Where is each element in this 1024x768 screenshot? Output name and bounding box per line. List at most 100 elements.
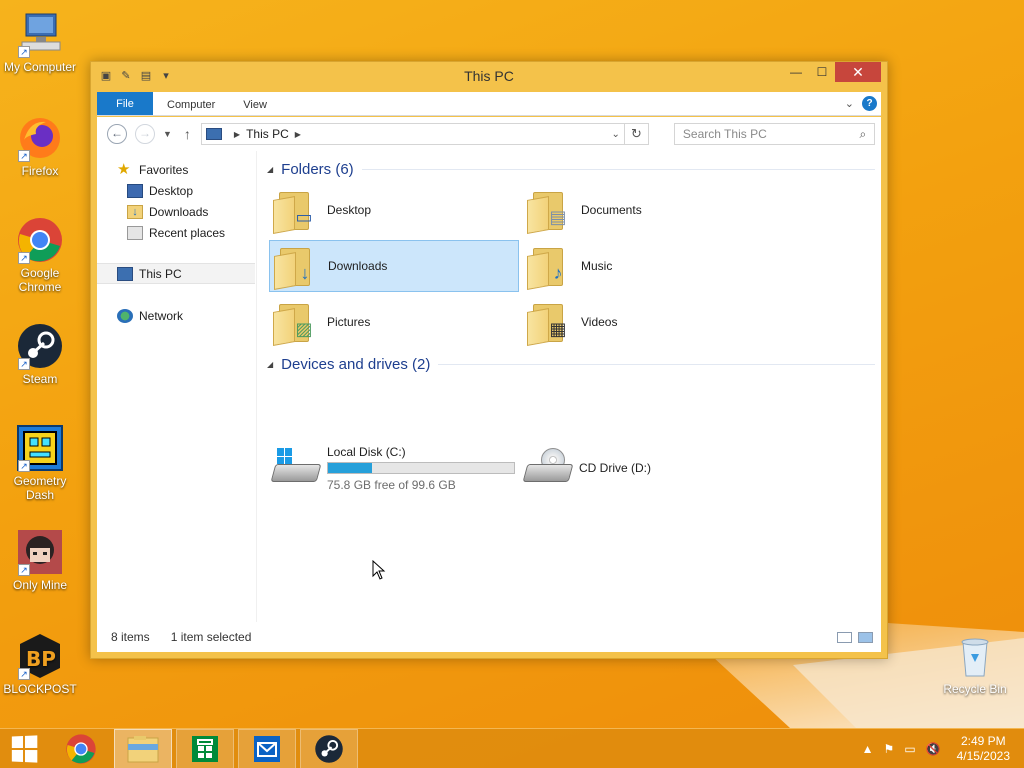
blockpost-icon: BP ↗ [16, 632, 64, 680]
back-button[interactable]: ← [107, 124, 127, 144]
start-button[interactable] [0, 729, 48, 768]
group-title: Folders (6) [281, 160, 354, 178]
music-folder-icon: ♪ [527, 244, 571, 290]
store-icon [192, 735, 218, 762]
drive-cd[interactable]: CD Drive (D:) [522, 441, 651, 495]
address-bar[interactable]: ▶ This PC ▶ ⌄ [200, 123, 625, 145]
windows-logo-icon [11, 734, 38, 763]
nav-favorites[interactable]: ★ Favorites [97, 159, 255, 180]
shortcut-arrow-icon: ↗ [18, 358, 30, 370]
folder-downloads[interactable]: ↓ Downloads [269, 240, 519, 292]
chrome-icon [66, 733, 96, 764]
group-header-devices[interactable]: ◢ Devices and drives (2) [265, 354, 875, 374]
desktop-folder-icon: ▭ [273, 188, 317, 234]
folder-label: Music [581, 259, 613, 273]
network-icon[interactable]: ▭ [904, 742, 915, 756]
nav-label: Desktop [149, 183, 194, 198]
forward-button[interactable]: → [135, 124, 155, 144]
desktop-icon-recycle-bin[interactable]: Recycle Bin [935, 632, 1015, 696]
action-center-flag-icon[interactable]: ⚑ [884, 742, 895, 756]
expand-ribbon-icon[interactable]: ⌄ [845, 97, 854, 110]
maximize-button[interactable]: ☐ [809, 62, 835, 82]
only-mine-icon: ↗ [16, 528, 64, 576]
tab-view[interactable]: View [229, 92, 281, 115]
folder-music[interactable]: ♪ Music [523, 240, 773, 292]
firefox-icon: ↗ [16, 114, 64, 162]
window-title: This PC [464, 68, 514, 84]
nav-desktop[interactable]: Desktop [97, 180, 255, 201]
desktop-icon-geometry-dash[interactable]: ↗ Geometry Dash [0, 424, 80, 502]
volume-muted-icon[interactable]: 🔇 [926, 742, 941, 756]
group-header-folders[interactable]: ◢ Folders (6) [265, 159, 875, 179]
taskbar-chrome[interactable] [52, 729, 110, 768]
collapse-triangle-icon[interactable]: ◢ [267, 165, 273, 174]
minimize-button[interactable]: — [783, 62, 809, 82]
nav-downloads[interactable]: ↓ Downloads [97, 201, 255, 222]
desktop-icon-chrome[interactable]: ↗ Google Chrome [0, 216, 80, 294]
close-button[interactable]: ✕ [835, 62, 881, 82]
folder-documents[interactable]: ▤ Documents [523, 184, 773, 236]
nav-label: Downloads [149, 204, 209, 219]
folder-label: Desktop [327, 203, 372, 217]
nav-recent-places[interactable]: Recent places [97, 222, 255, 243]
desktop-icon-blockpost[interactable]: BP ↗ BLOCKPOST [0, 632, 80, 696]
desktop-icon-label: My Computer [3, 60, 77, 74]
desktop-icon-firefox[interactable]: ↗ Firefox [0, 114, 80, 178]
tab-file[interactable]: File [97, 92, 153, 115]
desktop-icon-my-computer[interactable]: ↗ My Computer [0, 10, 80, 74]
shortcut-arrow-icon: ↗ [18, 150, 30, 162]
divider [438, 363, 875, 365]
details-view-icon[interactable] [837, 631, 852, 643]
folder-label: Videos [581, 315, 618, 329]
steam-icon: ↗ [16, 322, 64, 370]
up-arrow-icon[interactable]: ↑ [184, 126, 191, 142]
desktop-icon-steam[interactable]: ↗ Steam [0, 322, 80, 386]
taskbar-mail[interactable] [238, 728, 296, 768]
title-bar[interactable]: ▣ ✎ ▤ ▾ This PC — ☐ ✕ [91, 62, 887, 90]
drive-label: Local Disk (C:) [327, 444, 406, 459]
folder-pictures[interactable]: ▨ Pictures [269, 296, 519, 348]
search-box[interactable]: ⌕ [673, 123, 875, 145]
disk-usage-bar [327, 461, 515, 474]
videos-folder-icon: ▦ [527, 300, 571, 346]
content-area: ★ Favorites Desktop ↓ Downloads Recent p… [97, 151, 881, 652]
taskbar-store[interactable] [176, 728, 234, 768]
computer-icon [117, 266, 133, 281]
star-icon: ★ [117, 160, 131, 178]
desktop-icon-label: Steam [22, 372, 58, 386]
clock[interactable]: 2:49 PM 4/15/2023 [957, 734, 1010, 764]
desktop-icon-only-mine[interactable]: ↗ Only Mine [0, 528, 80, 592]
search-input[interactable] [682, 127, 852, 141]
desktop-icon-label: Only Mine [12, 578, 68, 592]
address-toolbar: ← → ▼ ↑ ▶ This PC ▶ ⌄ ↻ ⌕ [97, 117, 881, 151]
network-icon [117, 308, 133, 323]
large-icons-view-icon[interactable] [858, 631, 873, 643]
documents-folder-icon: ▤ [527, 188, 571, 234]
drive-local-disk[interactable]: Local Disk (C:) 75.8 GB free of 99.6 GB [270, 441, 515, 495]
folder-desktop[interactable]: ▭ Desktop [269, 184, 519, 236]
breadcrumb-separator[interactable]: ▶ [295, 130, 301, 139]
tab-computer[interactable]: Computer [153, 92, 229, 115]
windows-logo-icon [277, 448, 293, 464]
explorer-window: ▣ ✎ ▤ ▾ This PC — ☐ ✕ File Computer View… [90, 61, 888, 659]
breadcrumb-separator[interactable]: ▶ [234, 130, 240, 139]
chrome-icon: ↗ [16, 216, 64, 264]
drive-label: CD Drive (D:) [579, 461, 651, 475]
nav-network[interactable]: Network [97, 305, 255, 326]
taskbar-file-explorer[interactable] [114, 728, 172, 768]
refresh-button[interactable]: ↻ [624, 123, 649, 145]
show-hidden-icons-icon[interactable]: ▲ [862, 742, 874, 756]
computer-small-icon [205, 128, 222, 140]
recycle-bin-icon [951, 632, 999, 680]
taskbar-steam[interactable] [300, 728, 358, 768]
breadcrumb[interactable]: This PC [246, 127, 289, 141]
recent-locations-icon[interactable]: ▼ [163, 129, 172, 139]
nav-label: This PC [139, 266, 182, 281]
nav-this-pc[interactable]: This PC [97, 263, 255, 284]
collapse-triangle-icon[interactable]: ◢ [267, 360, 273, 369]
help-icon[interactable]: ? [862, 96, 877, 111]
search-icon[interactable]: ⌕ [852, 127, 874, 142]
chevron-down-icon[interactable]: ⌄ [608, 129, 624, 140]
folder-videos[interactable]: ▦ Videos [523, 296, 773, 348]
downloads-icon: ↓ [127, 204, 143, 219]
